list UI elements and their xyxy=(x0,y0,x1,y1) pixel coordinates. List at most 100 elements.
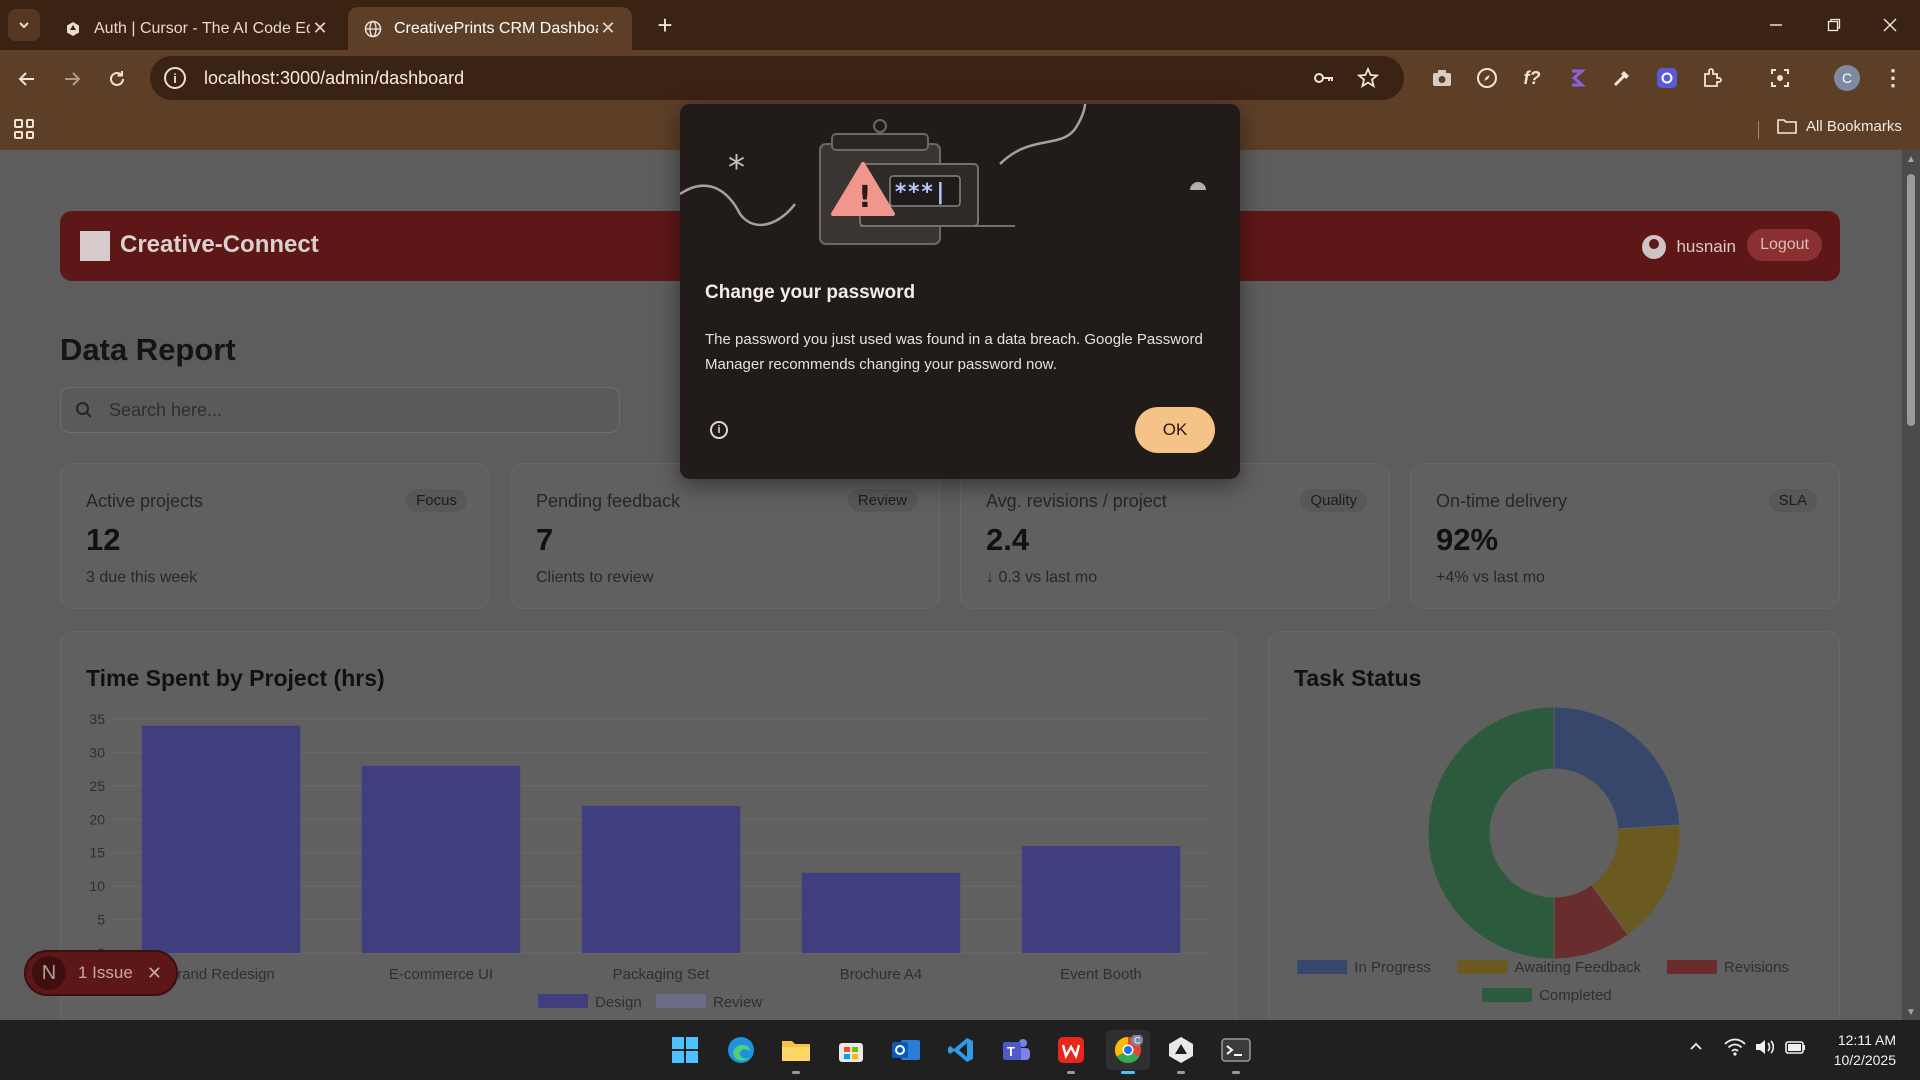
edge-browser-icon[interactable] xyxy=(721,1030,761,1070)
x-tick-label: Packaging Set xyxy=(613,966,711,983)
extensions-puzzle-icon[interactable] xyxy=(1697,63,1727,93)
legend-label: Review xyxy=(713,994,762,1011)
minimize-icon xyxy=(1770,24,1782,26)
reload-button[interactable] xyxy=(100,62,134,96)
stat-subtext: Clients to review xyxy=(536,569,654,586)
bookmark-star-icon[interactable] xyxy=(1356,66,1380,90)
volume-icon[interactable] xyxy=(1754,1038,1776,1061)
next-logo-icon: N xyxy=(32,956,66,990)
stat-subtext: 3 due this week xyxy=(86,569,198,586)
close-tab-icon[interactable]: ✕ xyxy=(598,18,618,39)
compass-extension-icon[interactable] xyxy=(1472,63,1502,93)
user-name: husnain xyxy=(1676,237,1736,256)
stat-label: Avg. revisions / project xyxy=(986,491,1167,511)
scroll-down-icon[interactable]: ▼ xyxy=(1906,1007,1916,1018)
legend-label: Design xyxy=(595,994,642,1011)
tab-crm-dashboard[interactable]: CreativePrints CRM Dashboard ✕ xyxy=(348,7,632,50)
search-input[interactable] xyxy=(109,399,589,421)
bar-event-booth xyxy=(1021,846,1181,953)
scroll-up-icon[interactable]: ▲ xyxy=(1906,154,1916,165)
scrollbar-thumb[interactable] xyxy=(1907,174,1915,426)
close-issue-icon[interactable]: ✕ xyxy=(147,963,162,984)
stripe-extension-icon[interactable] xyxy=(1562,63,1592,93)
task-status-panel: Task Status In Progress Awaiting Feedback… xyxy=(1268,631,1840,1020)
tab-search-button[interactable] xyxy=(8,9,40,41)
x-tick-label: Brand Redesign xyxy=(167,966,275,983)
close-window-button[interactable] xyxy=(1862,0,1918,50)
masked-password-text: ***| xyxy=(894,180,947,205)
wifi-icon[interactable] xyxy=(1724,1038,1746,1061)
tab-title: Auth | Cursor - The AI Code Editor xyxy=(94,19,310,37)
outlook-icon[interactable] xyxy=(886,1030,926,1070)
apps-grid-icon[interactable] xyxy=(14,119,34,139)
screenshot-icon[interactable] xyxy=(1765,63,1795,93)
restore-button[interactable] xyxy=(1806,0,1862,50)
slice-in-progress xyxy=(1553,706,1681,830)
all-bookmarks-label: All Bookmarks xyxy=(1806,117,1902,135)
issue-badge[interactable]: N 1 Issue ✕ xyxy=(24,950,178,996)
y-tick-label: 25 xyxy=(89,778,105,794)
running-indicator xyxy=(1232,1071,1240,1074)
stat-subtext: +4% vs last mo xyxy=(1436,569,1545,586)
brand-name: Creative-Connect xyxy=(120,231,319,258)
teams-icon[interactable]: T xyxy=(996,1030,1036,1070)
file-explorer-icon[interactable] xyxy=(776,1030,816,1074)
kebab-menu-icon[interactable]: ⋮ xyxy=(1878,63,1908,93)
cursor-app-icon[interactable] xyxy=(1161,1030,1201,1074)
svg-text:*: * xyxy=(728,148,745,188)
legend-label: Revisions xyxy=(1724,959,1789,976)
chrome-icon[interactable]: C xyxy=(1106,1030,1150,1074)
profile-avatar[interactable]: C xyxy=(1834,65,1860,91)
info-icon[interactable]: i xyxy=(710,421,728,439)
browser-toolbar: i localhost:3000/admin/dashboard f? ⋮ xyxy=(0,50,1920,107)
password-warning-illustration: * ***| ! xyxy=(680,104,1240,254)
clock-time: 12:11 AM xyxy=(1837,1032,1896,1048)
close-tab-icon[interactable]: ✕ xyxy=(310,18,330,39)
vscode-icon[interactable] xyxy=(941,1030,981,1070)
formula-extension-icon[interactable]: f? xyxy=(1517,63,1547,93)
logout-button[interactable]: Logout xyxy=(1747,229,1822,261)
new-tab-button[interactable]: + xyxy=(650,10,680,40)
slice-completed xyxy=(1427,706,1555,960)
user-menu[interactable]: husnain xyxy=(1642,235,1736,259)
password-key-icon[interactable] xyxy=(1312,66,1336,90)
start-windows-icon[interactable] xyxy=(665,1030,705,1070)
stat-card-pending-feedback: Pending feedback Review 7 Clients to rev… xyxy=(510,463,940,609)
stat-tag: SLA xyxy=(1768,489,1817,512)
y-tick-label: 5 xyxy=(97,912,105,928)
reload-icon xyxy=(110,71,124,86)
camera-extension-icon[interactable] xyxy=(1427,63,1457,93)
system-clock[interactable]: 12:11 AM 10/2/2025 xyxy=(1834,1030,1896,1070)
bar-brochure-a4 xyxy=(801,872,961,953)
svg-text:C: C xyxy=(1134,1036,1141,1046)
stat-label: Active projects xyxy=(86,491,204,511)
back-button[interactable] xyxy=(10,62,44,96)
battery-icon[interactable] xyxy=(1784,1038,1806,1061)
address-bar[interactable]: i localhost:3000/admin/dashboard xyxy=(150,56,1404,100)
dialog-body: The password you just used was found in … xyxy=(705,331,1203,373)
forward-button[interactable] xyxy=(55,62,89,96)
gear-extension-icon[interactable] xyxy=(1652,63,1682,93)
wps-office-icon[interactable] xyxy=(1051,1030,1091,1074)
ok-button[interactable]: OK xyxy=(1135,407,1215,453)
microsoft-store-icon[interactable] xyxy=(831,1030,871,1070)
stat-card-avg-revisions: Avg. revisions / project Quality 2.4 ↓ 0… xyxy=(960,463,1390,609)
search-box[interactable] xyxy=(60,387,620,433)
issue-count[interactable]: 1 Issue xyxy=(78,963,133,983)
running-indicator xyxy=(1121,1071,1135,1074)
page-scrollbar[interactable]: ▲ ▼ xyxy=(1902,150,1920,1020)
site-info-icon[interactable]: i xyxy=(164,67,186,89)
svg-text:T: T xyxy=(1007,1044,1015,1059)
terminal-icon[interactable] xyxy=(1216,1030,1256,1074)
legend-swatch xyxy=(1482,988,1533,1002)
stat-label: On-time delivery xyxy=(1436,491,1568,511)
stat-tag: Review xyxy=(847,489,917,512)
all-bookmarks-button[interactable]: All Bookmarks xyxy=(1776,117,1902,135)
minimize-button[interactable] xyxy=(1748,0,1804,50)
legend-swatch xyxy=(1457,960,1508,974)
tab-cursor-auth[interactable]: Auth | Cursor - The AI Code Editor ✕ xyxy=(48,7,344,50)
x-tick-label: Event Booth xyxy=(1060,966,1142,983)
tray-chevron-up-icon[interactable] xyxy=(1688,1038,1704,1059)
eyedropper-extension-icon[interactable] xyxy=(1607,63,1637,93)
running-indicator xyxy=(1067,1071,1075,1074)
